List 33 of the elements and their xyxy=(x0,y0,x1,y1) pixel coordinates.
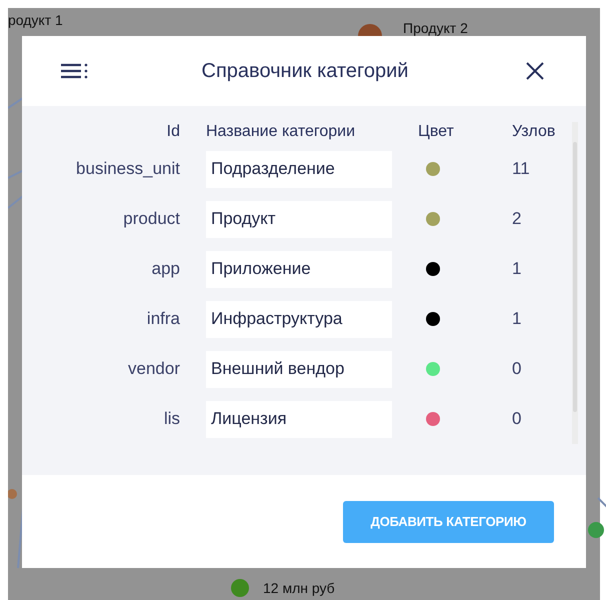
node-label: 12 млн руб xyxy=(263,580,335,596)
category-name-field[interactable]: Продукт xyxy=(206,200,392,238)
column-header: Цвет xyxy=(418,123,455,141)
column-header: Узлов xyxy=(512,123,556,141)
node-label: родукт 1 xyxy=(8,12,63,28)
table-cell-text: vendor xyxy=(127,359,180,379)
table-cell-text: 2 xyxy=(512,209,522,229)
color-dot[interactable] xyxy=(426,212,440,226)
node-label: Продукт 2 xyxy=(403,20,468,36)
table-cell-text: app xyxy=(150,259,180,279)
dialog-title: Справочник категорий xyxy=(202,60,408,82)
table-cell-text: 1 xyxy=(512,259,522,279)
color-dot[interactable] xyxy=(426,162,440,176)
category-name-field[interactable]: Внешний вендор xyxy=(206,350,392,388)
table-cell-text: 0 xyxy=(512,359,522,379)
scrollbar[interactable] xyxy=(572,122,578,444)
category-name-field[interactable]: Лицензия xyxy=(206,400,392,438)
table-cell-text: business_unit xyxy=(75,159,180,179)
color-dot[interactable] xyxy=(426,412,440,426)
table-cell-text: infra xyxy=(146,309,180,329)
table-cell-text: product xyxy=(122,209,180,229)
color-dot[interactable] xyxy=(426,362,440,376)
category-name-field[interactable]: Подразделение xyxy=(206,150,392,188)
table-cell-text: 0 xyxy=(512,409,522,429)
table-cell-text: lis xyxy=(162,409,180,429)
category-name-field[interactable]: Приложение xyxy=(206,250,392,288)
table-cell-text: 1 xyxy=(512,309,522,329)
color-dot[interactable] xyxy=(426,312,440,326)
column-header: Название категории xyxy=(206,123,356,141)
category-name-field[interactable]: Инфраструктура xyxy=(206,300,392,338)
column-header: Id xyxy=(166,123,180,141)
table-cell-text: 11 xyxy=(512,159,531,179)
color-dot[interactable] xyxy=(426,262,440,276)
